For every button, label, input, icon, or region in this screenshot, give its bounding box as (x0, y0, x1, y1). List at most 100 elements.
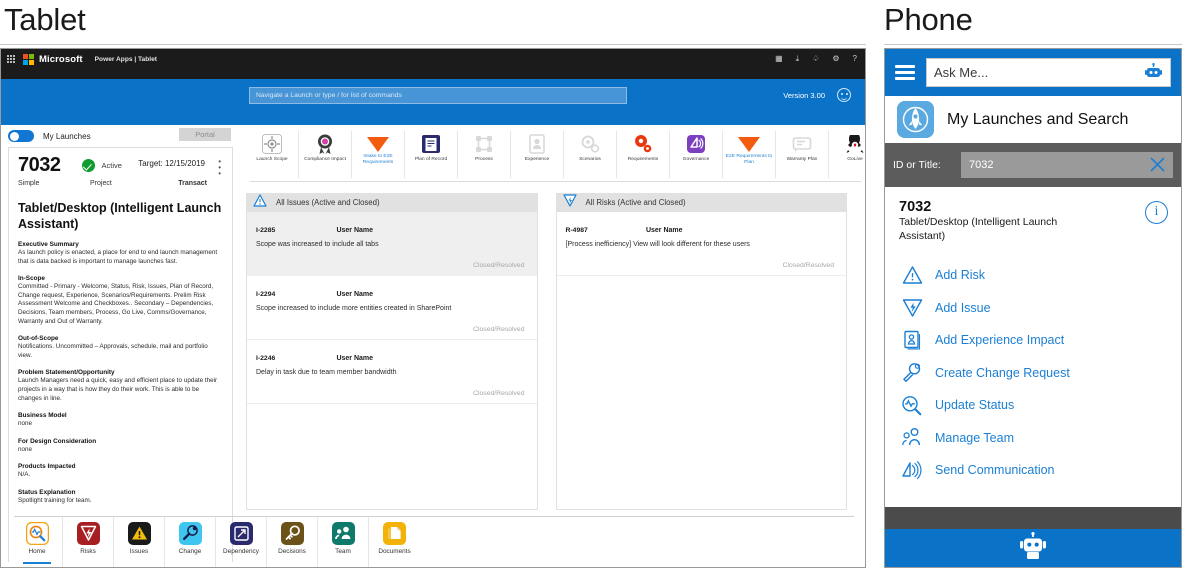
download-icon[interactable]: ⤓ (796, 55, 800, 63)
risks-list[interactable]: R-4987 User Name [Process inefficiency] … (555, 212, 847, 510)
ask-me-input[interactable]: Ask Me... (926, 58, 1171, 87)
hamburger-menu-icon[interactable] (895, 62, 915, 84)
section-heading: Problem Statement/Opportunity (18, 369, 115, 377)
section-body: Notifications. Uncommitted – Approvals, … (18, 343, 208, 359)
close-x-icon[interactable] (1149, 156, 1166, 173)
action-send-communication[interactable]: Send Communication (899, 454, 1167, 487)
phone-bottom-bar[interactable] (885, 529, 1181, 567)
phase-plan-of-record[interactable]: Plan of Record (405, 131, 458, 178)
triangle-icon (367, 137, 389, 152)
phone-divider-strip (885, 507, 1181, 529)
section-body: As launch policy is enacted, a place for… (18, 249, 218, 265)
issue-row[interactable]: I-2246 User Name Delay in task due to te… (247, 340, 537, 404)
action-add-experience-impact[interactable]: Add Experience Impact (899, 324, 1167, 357)
phase-label: Governance (682, 157, 710, 162)
phase-label: Scenarios (579, 157, 601, 162)
launch-header-row: 7032 Active Target: 12/15/2019 • • • (18, 154, 223, 178)
id-or-title-label: ID or Title: (893, 159, 941, 171)
more-options-icon[interactable]: • • • (218, 158, 221, 178)
detail-section: In-Scope Committed - Primary - Welcome, … (18, 275, 223, 326)
phase-governance[interactable]: Governance (670, 131, 723, 178)
warning-triangle-icon (253, 193, 267, 212)
risk-row[interactable]: R-4987 User Name [Process inefficiency] … (556, 212, 846, 276)
phase-experience[interactable]: Experience (511, 131, 564, 178)
section-heading: Status Explanation (18, 488, 76, 496)
action-create-change-request[interactable]: Create Change Request (899, 357, 1167, 390)
action-add-issue[interactable]: Add Issue (899, 292, 1167, 325)
bot-icon[interactable] (1143, 63, 1164, 84)
bot-icon[interactable] (1018, 531, 1048, 567)
info-circle-icon[interactable]: i (1145, 201, 1168, 224)
section-body: Spotlight training for team. (18, 496, 92, 504)
phase-process[interactable]: Process (458, 131, 511, 178)
ask-me-placeholder: Ask Me... (934, 65, 989, 80)
rocket-launch-icon (844, 133, 865, 155)
risk-shield-icon (562, 193, 577, 212)
phase-requirements[interactable]: Requirements (617, 131, 670, 178)
portal-button[interactable]: Portal (179, 128, 231, 141)
id-or-title-input[interactable]: 7032 (961, 152, 1173, 178)
phase-label: Compliance Impact (304, 157, 346, 162)
action-update-status[interactable]: Update Status (899, 389, 1167, 422)
key-icon (280, 522, 304, 545)
issue-user: User Name (336, 355, 374, 362)
launch-status: Active (101, 160, 122, 170)
detail-section: Status Explanation Spotlight training fo… (18, 489, 223, 506)
phase-e2e-requirements-to-plan[interactable]: E2E Requirements to Plan (723, 131, 776, 178)
issues-list[interactable]: I-2285 User Name Scope was increased to … (246, 212, 538, 510)
nav-label: Decisions (278, 548, 306, 555)
nav-item-team[interactable]: Team (318, 517, 369, 567)
detail-section: Business Model none (18, 412, 223, 429)
phone-launch-detail: 7032 Tablet/Desktop (Intelligent Launch … (885, 187, 1181, 507)
issues-panel: All Issues (Active and Closed) I-2285 Us… (246, 193, 538, 510)
apps-grid-icon[interactable] (7, 55, 15, 63)
phase-icon-strip: Launch Scope Compliance Impact Intake to… (246, 131, 865, 178)
issue-description: Scope was increased to include all tabs (256, 241, 379, 248)
phase-label: Requirements (627, 157, 659, 162)
detail-section: Problem Statement/Opportunity Launch Man… (18, 369, 223, 403)
nav-item-issues[interactable]: Issues (114, 517, 165, 567)
detail-section: For Design Consideration none (18, 438, 223, 455)
bell-icon[interactable]: ♤ (812, 55, 819, 63)
section-body: Committed - Primary - Welcome, Status, R… (18, 283, 214, 325)
nav-label: Change (178, 548, 202, 555)
launch-summary-card[interactable]: 7032 Active Target: 12/15/2019 • • • Simpl… (8, 147, 233, 562)
phase-compliance-impact[interactable]: Compliance Impact (299, 131, 352, 178)
nav-label: Issues (129, 548, 149, 555)
navigate-search-input[interactable]: Navigate a Launch or type / for list of … (249, 87, 627, 104)
issue-row[interactable]: I-2285 User Name Scope was increased to … (247, 212, 537, 276)
action-add-risk[interactable]: Add Risk (899, 259, 1167, 292)
award-ribbon-icon (314, 133, 336, 155)
microsoft-suite-bar: Microsoft Power Apps | Tablet ▦ ⤓ ♤ ⚙ ? (1, 49, 865, 69)
my-launches-toggle[interactable] (8, 130, 34, 142)
phone-id-search-bar: ID or Title: 7032 (885, 143, 1181, 187)
nav-item-decisions[interactable]: Decisions (267, 517, 318, 567)
nav-item-home[interactable]: Home (12, 517, 63, 567)
apps-grid-icon[interactable]: ▦ (775, 55, 783, 63)
phase-launch-scope[interactable]: Launch Scope (246, 131, 299, 178)
nav-item-documents[interactable]: Documents (369, 517, 420, 567)
phase-label: Experience (524, 157, 550, 162)
phase-intake-to-e2e[interactable]: Intake to E2E Requirements (352, 131, 405, 178)
action-label: Create Change Request (935, 365, 1070, 380)
workspace-panel: Launch Scope Compliance Impact Intake to… (246, 125, 865, 567)
action-label: Update Status (935, 398, 1015, 413)
phase-golive[interactable]: GoLive (829, 131, 865, 178)
risk-id: R-4987 (565, 227, 588, 234)
action-manage-team[interactable]: Manage Team (899, 422, 1167, 455)
app-name-label: Power Apps | Tablet (94, 55, 157, 63)
issue-row[interactable]: I-2294 User Name Scope increased to incl… (247, 276, 537, 340)
help-icon[interactable]: ? (853, 55, 857, 63)
phone-app-title: My Launches and Search (947, 110, 1129, 128)
phase-warranty-plan[interactable]: Warranty Plan (776, 131, 829, 178)
gear-icon[interactable]: ⚙ (832, 55, 839, 63)
launch-category: Project (90, 179, 112, 187)
smiley-icon[interactable] (837, 88, 851, 102)
issue-id: I-2294 (256, 291, 276, 298)
nav-item-risks[interactable]: Risks (63, 517, 114, 567)
nav-item-change[interactable]: Change (165, 517, 216, 567)
id-or-title-value: 7032 (969, 159, 994, 171)
nav-item-dependency[interactable]: Dependency (216, 517, 267, 567)
phase-scenarios[interactable]: Scenarios (564, 131, 617, 178)
dependency-arrows-icon (229, 522, 253, 545)
